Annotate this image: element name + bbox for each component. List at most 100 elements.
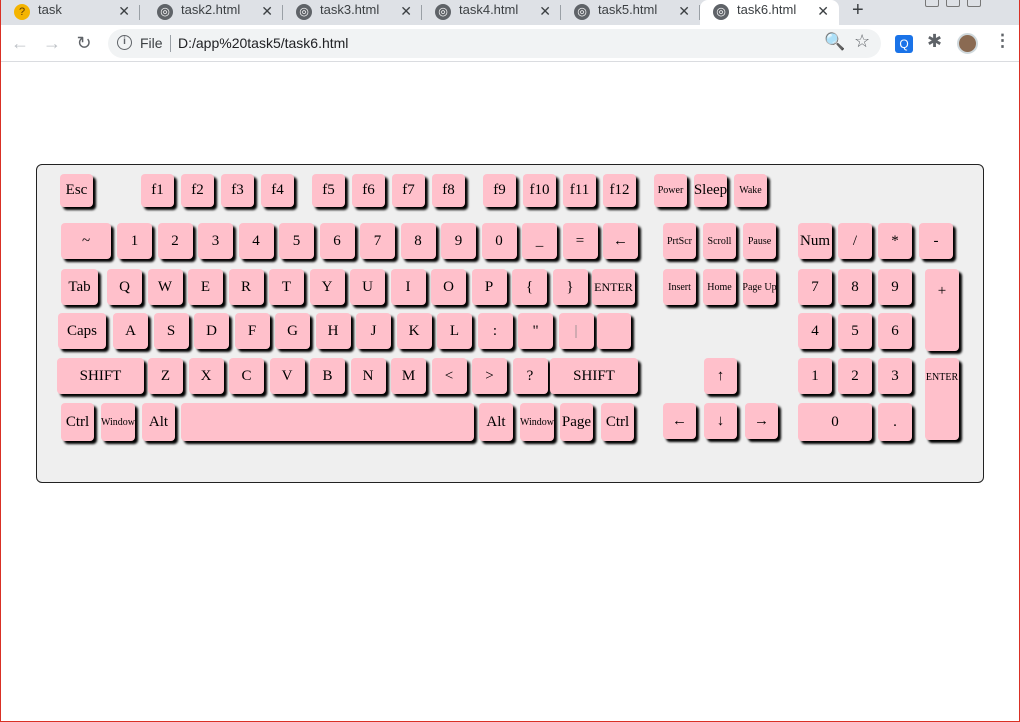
close-icon[interactable]: ✕ xyxy=(678,3,690,20)
key-power[interactable]: Power xyxy=(654,174,687,207)
key-nav[interactable]: Scroll xyxy=(703,223,736,259)
key-numpad[interactable]: - xyxy=(919,223,953,259)
key-letter[interactable]: A xyxy=(113,313,148,349)
key-number-row[interactable]: 9 xyxy=(441,223,476,259)
key-numpad[interactable]: 3 xyxy=(878,358,912,394)
window-controls[interactable] xyxy=(925,0,1005,7)
key-letter[interactable]: Z xyxy=(148,358,183,394)
key-fn[interactable]: f8 xyxy=(432,174,465,207)
extension-icon[interactable]: Q xyxy=(895,35,913,53)
key-enter[interactable]: ENTER xyxy=(592,269,635,305)
key-numpad[interactable]: / xyxy=(838,223,872,259)
key-letter[interactable]: | xyxy=(558,313,594,349)
close-icon[interactable]: ✕ xyxy=(261,3,273,20)
maximize-icon[interactable] xyxy=(946,0,960,7)
key-letter[interactable]: E xyxy=(188,269,223,305)
avatar[interactable] xyxy=(957,33,978,54)
key-letter[interactable]: N xyxy=(350,358,386,394)
key-nav[interactable]: Pause xyxy=(743,223,776,259)
key-number-row[interactable]: _ xyxy=(522,223,557,259)
tab-task2[interactable]: ◎ task2.html ✕ xyxy=(144,0,283,25)
close-icon[interactable]: ✕ xyxy=(400,3,412,20)
key-letter[interactable]: X xyxy=(188,358,224,394)
key-numpad-plus[interactable]: + xyxy=(925,269,959,351)
forward-button[interactable]: → xyxy=(41,32,63,54)
key-shift-left[interactable]: SHIFT xyxy=(57,358,144,394)
key-fn[interactable]: f11 xyxy=(563,174,596,207)
key-letter[interactable]: : xyxy=(477,313,513,349)
tab-task4[interactable]: ◎ task4.html ✕ xyxy=(422,0,561,25)
key-numpad[interactable]: 5 xyxy=(838,313,872,349)
key-letter[interactable]: R xyxy=(228,269,264,305)
key-power[interactable]: Sleep xyxy=(694,174,727,207)
key-arrow-right[interactable]: → xyxy=(745,403,778,439)
key-letter[interactable]: ? xyxy=(512,358,548,394)
key-fn[interactable]: f4 xyxy=(261,174,294,207)
key-number-row[interactable]: = xyxy=(562,223,598,259)
new-tab-button[interactable]: + xyxy=(852,0,864,22)
url-text[interactable]: D:/app%20task5/task6.html xyxy=(178,35,348,51)
key-arrow-down[interactable]: ↓ xyxy=(704,403,737,439)
key-alt[interactable]: Alt xyxy=(479,403,513,441)
key-letter[interactable]: F xyxy=(234,313,270,349)
key-nav[interactable]: PrtScr xyxy=(663,223,696,259)
key-letter[interactable]: S xyxy=(153,313,189,349)
key-letter[interactable]: T xyxy=(269,269,304,305)
menu-icon[interactable]: ⋮ xyxy=(994,31,1011,51)
info-icon[interactable]: i xyxy=(117,35,132,50)
back-button[interactable]: ← xyxy=(9,32,31,54)
key-number-row[interactable]: 8 xyxy=(400,223,436,259)
key-ctrl[interactable]: Ctrl xyxy=(601,403,634,441)
key-numpad[interactable]: 1 xyxy=(798,358,832,394)
key-letter[interactable]: Q xyxy=(107,269,142,305)
key-fn[interactable]: f2 xyxy=(181,174,214,207)
key-letter[interactable]: L xyxy=(437,313,472,349)
key-arrow-up[interactable]: ↑ xyxy=(704,358,737,394)
key-page[interactable]: Page xyxy=(560,403,593,441)
key-caps[interactable]: Caps xyxy=(58,313,106,349)
key-letter[interactable]: { xyxy=(512,269,547,305)
close-icon[interactable]: ✕ xyxy=(539,3,551,20)
key-letter[interactable]: " xyxy=(518,313,553,349)
key-shift-right[interactable]: SHIFT xyxy=(550,358,638,394)
key-fn[interactable]: f1 xyxy=(141,174,174,207)
key-nav[interactable]: Home xyxy=(703,269,736,305)
key-number-row[interactable]: 0 xyxy=(481,223,517,259)
key-ctrl[interactable]: Ctrl xyxy=(61,403,94,441)
key-number-row[interactable]: 3 xyxy=(198,223,233,259)
key-number-row[interactable]: 7 xyxy=(360,223,395,259)
key-nav[interactable]: Page Up xyxy=(743,269,776,305)
key-numpad-dot[interactable]: . xyxy=(878,403,912,441)
key-number-row[interactable]: 6 xyxy=(319,223,355,259)
key-letter[interactable]: Y xyxy=(309,269,345,305)
key-letter[interactable]: W xyxy=(147,269,183,305)
key-number-row[interactable]: 5 xyxy=(279,223,314,259)
zoom-icon[interactable]: 🔍 xyxy=(824,32,845,52)
tab-task5[interactable]: ◎ task5.html ✕ xyxy=(561,0,700,25)
key-fn[interactable]: f3 xyxy=(221,174,254,207)
key-numpad[interactable]: 4 xyxy=(798,313,832,349)
key-letter[interactable]: J xyxy=(356,313,391,349)
key-letter[interactable]: G xyxy=(275,313,310,349)
close-window-icon[interactable] xyxy=(967,0,981,7)
key-window[interactable]: Window xyxy=(520,403,554,441)
key-letter[interactable]: D xyxy=(194,313,229,349)
key-letter[interactable]: U xyxy=(350,269,385,305)
key-fn[interactable]: f7 xyxy=(392,174,425,207)
key-fn[interactable]: f5 xyxy=(312,174,345,207)
key-tilde[interactable]: ~ xyxy=(61,223,111,259)
key-fn[interactable]: f9 xyxy=(483,174,516,207)
key-letter[interactable]: V xyxy=(269,358,305,394)
key-power[interactable]: Wake xyxy=(734,174,767,207)
bookmark-star-icon[interactable]: ☆ xyxy=(854,31,870,52)
tab-task[interactable]: ? task ✕ xyxy=(1,0,140,25)
key-number-row[interactable]: 2 xyxy=(157,223,193,259)
key-letter[interactable]: O xyxy=(431,269,466,305)
key-number-row[interactable]: 4 xyxy=(238,223,274,259)
key-arrow-left[interactable]: ← xyxy=(663,403,696,439)
key-numpad-zero[interactable]: 0 xyxy=(798,403,872,441)
key-numpad[interactable]: * xyxy=(878,223,912,259)
key-number-row[interactable]: 1 xyxy=(117,223,152,259)
tab-task3[interactable]: ◎ task3.html ✕ xyxy=(283,0,422,25)
key-letter[interactable]: } xyxy=(552,269,588,305)
